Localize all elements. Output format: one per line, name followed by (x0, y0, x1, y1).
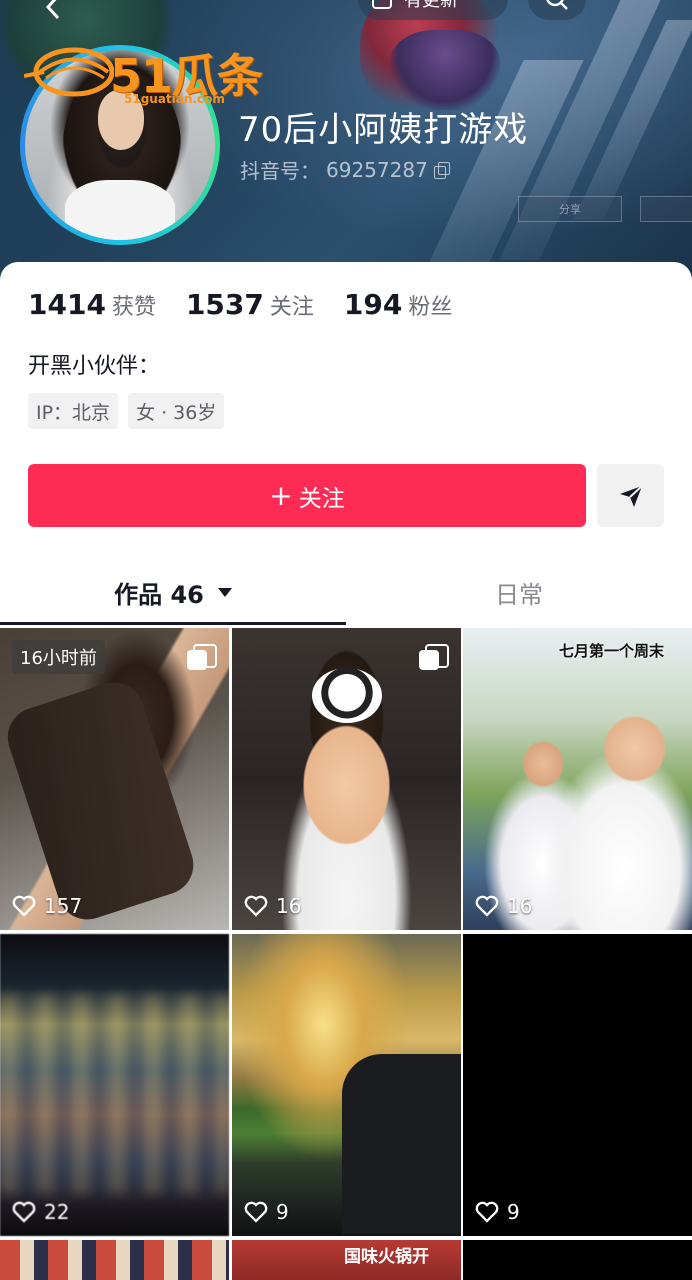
car-silhouette (342, 1054, 461, 1234)
tab-works[interactable]: 作品 46 (0, 572, 346, 612)
like-count: 157 (12, 894, 82, 918)
video-thumbnail[interactable]: 22 (0, 934, 229, 1236)
plus-icon: + (269, 478, 293, 512)
tab-daily[interactable]: 日常 (346, 572, 692, 612)
video-thumbnail[interactable]: 国味火锅开 (232, 1240, 461, 1280)
video-thumbnail[interactable] (463, 1240, 692, 1280)
stat-label: 粉丝 (408, 295, 453, 320)
douyin-id-value: 69257287 (326, 157, 428, 182)
back-icon[interactable] (40, 0, 70, 22)
tab-works-label: 作品 46 (114, 580, 204, 609)
watermark-logo: 51瓜条 51guatian.com (24, 38, 274, 108)
heart-icon (244, 895, 268, 917)
stat-value: 194 (343, 288, 403, 321)
search-icon (546, 0, 568, 10)
like-count-value: 22 (44, 1200, 70, 1224)
video-thumbnail[interactable]: 16 (232, 628, 461, 930)
video-thumbnail[interactable]: 9 (232, 934, 461, 1236)
profile-nickname: 70后小阿姨打游戏 (238, 110, 529, 150)
stat-label: 关注 (269, 295, 314, 320)
avatar-shirt (65, 180, 175, 240)
like-count: 22 (12, 1200, 69, 1224)
like-count: 9 (475, 1200, 520, 1224)
like-count: 16 (244, 894, 301, 918)
video-thumbnail[interactable] (0, 1240, 229, 1280)
heart-icon (12, 1201, 36, 1223)
like-count-value: 9 (276, 1200, 289, 1224)
multi-image-icon (187, 644, 217, 672)
panda-toy (312, 668, 382, 723)
watermark-domain: 51guatian.com (124, 92, 225, 106)
multi-image-icon (419, 644, 449, 672)
update-pill-button[interactable]: 有更新 (358, 0, 508, 20)
heart-icon (475, 1201, 499, 1223)
profile-stats: 1414 获赞 1537 关注 194 粉丝 (28, 288, 452, 321)
douyin-id[interactable]: 抖音号： 69257287 (240, 155, 450, 184)
banner-character-body (390, 30, 500, 110)
stat-followers[interactable]: 194 粉丝 (344, 288, 452, 321)
like-count: 16 (475, 894, 532, 918)
caret-down-icon (217, 587, 232, 597)
share-tag: 分享 (518, 196, 622, 222)
stat-label: 获赞 (111, 295, 156, 320)
stat-following[interactable]: 1537 关注 (186, 288, 314, 321)
profile-banner: 有更新 51瓜条 51guatian.com 70后小阿姨打游戏 抖音号： 69… (0, 0, 692, 290)
video-thumbnail[interactable]: 16小时前 157 (0, 628, 229, 930)
video-caption: 国味火锅开 (344, 1247, 429, 1267)
ip-location-tag: IP：北京 (28, 393, 119, 429)
like-count-value: 9 (507, 1200, 520, 1224)
video-caption: 七月第一个周末 (559, 642, 665, 660)
like-count-value: 157 (44, 894, 83, 918)
gender-age-tag: 女 · 36岁 (128, 393, 225, 429)
tab-daily-label: 日常 (495, 580, 543, 609)
heart-icon (12, 895, 36, 917)
like-count-value: 16 (276, 894, 302, 918)
video-thumbnail[interactable]: 七月第一个周末 16 (463, 628, 692, 930)
send-message-button[interactable] (597, 464, 664, 527)
arm-shape (0, 674, 202, 928)
follow-label: 关注 (298, 485, 345, 512)
copy-icon[interactable] (433, 161, 450, 179)
posted-time-badge: 16小时前 (12, 640, 105, 674)
active-tab-indicator (0, 622, 346, 625)
stat-value: 1414 (28, 288, 106, 321)
stat-value: 1537 (185, 288, 264, 321)
update-icon (372, 0, 392, 9)
update-pill-label: 有更新 (404, 0, 458, 11)
profile-bio: 开黑小伙伴： (28, 354, 161, 379)
like-count-value: 16 (507, 894, 533, 918)
like-count: 9 (244, 1200, 289, 1224)
watermark-melon-icon (24, 47, 114, 97)
video-thumbnail[interactable]: 9 (463, 934, 692, 1236)
profile-tags: IP：北京 女 · 36岁 (28, 393, 225, 429)
banner-tag (640, 196, 692, 222)
send-icon (619, 484, 643, 507)
douyin-id-label: 抖音号： (240, 159, 320, 183)
stat-likes[interactable]: 1414 获赞 (28, 288, 156, 321)
heart-icon (475, 895, 499, 917)
blurred-crowd (0, 994, 229, 1194)
heart-icon (244, 1201, 268, 1223)
search-button[interactable] (528, 0, 586, 20)
follow-button[interactable]: + 关注 (28, 464, 586, 527)
